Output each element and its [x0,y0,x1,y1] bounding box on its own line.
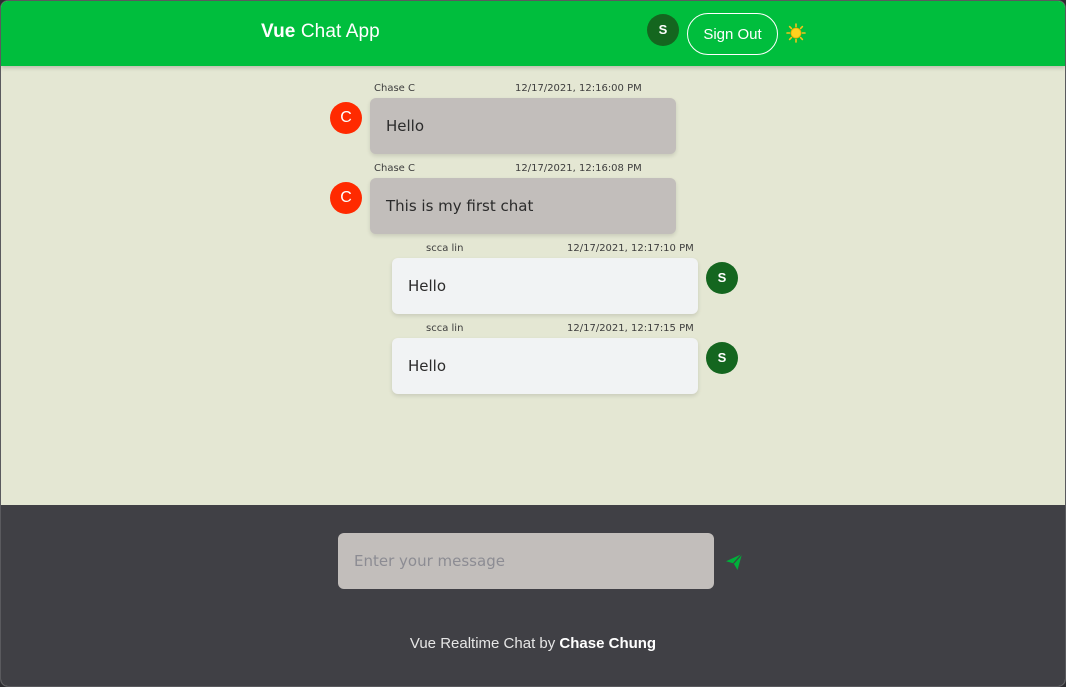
message-bubble: Hello [392,338,698,394]
footer-credits: Vue Realtime Chat by Chase Chung [1,635,1065,652]
credits-author-link[interactable]: Chase Chung [559,635,656,652]
app-title: Vue Chat App [261,21,380,43]
message-author: scca lin [426,243,464,254]
message-bubble: Hello [370,98,676,154]
message-avatar: S [706,262,738,294]
message-input[interactable] [338,533,714,589]
message-author: Chase C [374,163,415,174]
app-header: Vue Chat App S Sign Out [1,1,1065,66]
composer-footer: Vue Realtime Chat by Chase Chung [1,505,1065,686]
message-timestamp: 12/17/2021, 12:17:15 PM [567,323,694,334]
message-timestamp: 12/17/2021, 12:17:10 PM [567,243,694,254]
message-bubble: This is my first chat [370,178,676,234]
message-avatar: C [330,182,362,214]
credits-prefix: Vue Realtime Chat by [409,635,560,652]
message-timestamp: 12/17/2021, 12:16:08 PM [515,163,642,174]
sun-icon[interactable] [786,23,806,43]
send-icon[interactable] [725,553,743,571]
app-title-rest: Chat App [295,21,380,42]
message-avatar: C [330,102,362,134]
message-author: Chase C [374,83,415,94]
app-window: Vue Chat App S Sign Out Chase C 12/17/20… [0,0,1066,687]
user-avatar[interactable]: S [647,14,679,46]
message-timestamp: 12/17/2021, 12:16:00 PM [515,83,642,94]
message-bubble: Hello [392,258,698,314]
message-author: scca lin [426,323,464,334]
app-title-strong: Vue [261,21,296,42]
sign-out-button[interactable]: Sign Out [687,13,778,55]
message-avatar: S [706,342,738,374]
message-list: Chase C 12/17/2021, 12:16:00 PM C Hello … [1,66,1065,505]
